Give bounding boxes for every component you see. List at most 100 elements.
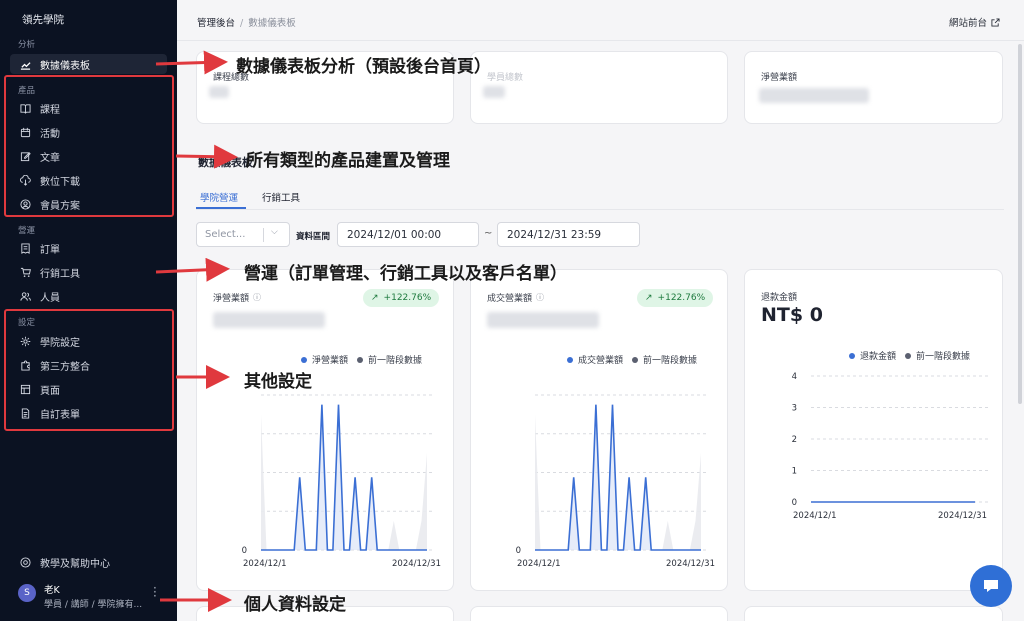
series-main-line xyxy=(535,404,701,551)
sidebar-item-label: 教學及幫助中心 xyxy=(40,558,110,570)
annotation-profile: 個人資料設定 xyxy=(244,595,346,615)
annotation-operations: 營運（訂單管理、行銷工具以及客戶名單） xyxy=(244,264,567,284)
blurred-value xyxy=(487,312,599,328)
select-divider xyxy=(263,228,264,242)
annotation-products: 所有類型的產品建置及管理 xyxy=(246,151,450,171)
section-label-operations: 營運 xyxy=(18,226,36,236)
chart-card-net-revenue: 淨營業額 ⓘ ↗ +122.76% 淨營業額 前一階段數據 0 2024/12/1 2… xyxy=(196,269,454,591)
legend-series-b: 前一階段數據 xyxy=(916,352,971,362)
blurred-value xyxy=(209,86,229,98)
front-site-label: 網站前台 xyxy=(948,18,987,29)
select-placeholder: Select... xyxy=(205,229,246,240)
chart-legend: 退款金額 前一階段數據 xyxy=(849,349,970,362)
series-main-area xyxy=(535,404,701,550)
x-tick-label: 2024/12/31 xyxy=(938,511,987,521)
date-from-input[interactable]: 2024/12/01 00:00 xyxy=(337,222,479,247)
date-to-input[interactable]: 2024/12/31 23:59 xyxy=(497,222,640,247)
annotation-dashboard: 數據儀表板分析（預設後台首頁） xyxy=(236,57,491,77)
blurred-value xyxy=(213,312,325,328)
sidebar-item-people[interactable]: 人員 xyxy=(10,286,167,306)
summary-label: 學員總數 xyxy=(487,73,524,83)
sidebar-item-label: 數據儀表板 xyxy=(40,60,90,72)
info-icon[interactable]: ⓘ xyxy=(253,292,261,303)
legend-series-a: 成交營業額 xyxy=(578,356,624,366)
growth-badge: ↗ +122.76% xyxy=(637,289,714,307)
breadcrumb-current: 數據儀表板 xyxy=(248,18,296,29)
chart-title: 淨營業額 ⓘ xyxy=(213,291,261,304)
x-tick-label: 2024/12/31 xyxy=(666,559,715,569)
filter-select[interactable]: Select... ⌵ xyxy=(196,222,290,247)
dashboard-section-title: 數據儀表板 xyxy=(198,156,253,169)
cart-icon xyxy=(20,267,31,277)
chart-title-label: 淨營業額 xyxy=(213,294,250,304)
refund-chart: 0 1 2 3 4 2024/12/1 2024/12/31 xyxy=(792,372,989,521)
y-tick-label: 0 xyxy=(242,546,247,556)
y-tick-label: 4 xyxy=(792,372,797,382)
legend-dot xyxy=(632,356,639,363)
summary-label: 淨營業額 xyxy=(761,73,798,83)
net-revenue-chart: 0 2024/12/1 2024/12/31 xyxy=(242,394,441,569)
tab-marketing-tools[interactable]: 行銷工具 xyxy=(262,190,300,204)
y-tick-label: 0 xyxy=(792,498,797,508)
active-tab-indicator xyxy=(196,207,246,209)
annotation-box-products xyxy=(4,75,174,217)
sidebar-item-label: 訂單 xyxy=(40,244,60,256)
growth-badge: ↗ +122.76% xyxy=(363,289,440,307)
x-tick-label: 2024/12/31 xyxy=(392,559,441,569)
front-site-link[interactable]: 網站前台 xyxy=(949,15,1000,29)
chart-title: 成交營業額 ⓘ xyxy=(487,291,544,304)
sidebar-item-help[interactable]: 教學及幫助中心 xyxy=(10,552,167,572)
user-name: 老K xyxy=(44,585,60,596)
sidebar-item-label: 行銷工具 xyxy=(40,268,80,280)
legend-dot xyxy=(301,356,307,363)
y-tick-label: 0 xyxy=(516,546,521,556)
sidebar-item-label: 人員 xyxy=(40,292,60,304)
trend-up-icon: ↗ xyxy=(645,293,653,303)
blurred-value xyxy=(759,88,869,103)
legend-dot xyxy=(357,356,364,363)
summary-card-students: 學員總數 xyxy=(470,51,728,124)
chart-title-label: 成交營業額 xyxy=(487,294,533,304)
app-root: 領先學院 分析 數據儀表板 產品 課程 活動 文章 數位下載 會員方案 營運 訂… xyxy=(0,0,1024,621)
more-icon[interactable]: · · · xyxy=(153,582,157,602)
chat-bubble-icon xyxy=(984,580,998,592)
growth-badge-value: +122.76% xyxy=(383,293,432,303)
y-tick-label: 3 xyxy=(792,404,797,414)
sidebar-item-dashboard[interactable]: 數據儀表板 xyxy=(10,54,167,74)
x-tick-label: 2024/12/1 xyxy=(517,559,561,569)
chat-button[interactable] xyxy=(970,565,1012,607)
chart-card-next xyxy=(744,606,1003,621)
legend-series-a: 退款金額 xyxy=(860,352,897,362)
top-bar: 管理後台 / 數據儀表板 網站前台 xyxy=(177,0,1024,41)
sidebar-item-orders[interactable]: 訂單 xyxy=(10,238,167,258)
chart-card-next xyxy=(470,606,728,621)
legend-series-b: 前一階段數據 xyxy=(643,356,698,366)
series-main-area xyxy=(261,404,427,550)
chart-legend: 淨營業額 前一階段數據 xyxy=(301,353,422,366)
tabs-divider xyxy=(196,209,1004,210)
legend-dot xyxy=(849,352,855,359)
annotation-box-settings xyxy=(4,309,174,431)
receipt-icon xyxy=(21,242,30,254)
legend-series-b: 前一階段數據 xyxy=(368,356,423,366)
chevron-down-icon: ⌵ xyxy=(271,227,278,237)
chart-legend: 成交營業額 前一階段數據 xyxy=(567,353,697,366)
info-icon[interactable]: ⓘ xyxy=(536,292,544,303)
tab-school-operations[interactable]: 學院營運 xyxy=(200,190,238,204)
y-tick-label: 2 xyxy=(792,435,797,445)
sidebar-item-marketing[interactable]: 行銷工具 xyxy=(10,262,167,282)
legend-series-a: 淨營業額 xyxy=(312,356,349,366)
scrollbar[interactable] xyxy=(1018,44,1022,404)
blurred-value xyxy=(483,86,505,98)
avatar[interactable]: S xyxy=(18,584,36,602)
external-link-icon xyxy=(991,17,1000,27)
y-tick-label: 1 xyxy=(792,467,797,477)
summary-card-net-revenue: 淨營業額 xyxy=(744,51,1003,124)
breadcrumb: 管理後台 / 數據儀表板 xyxy=(197,15,296,29)
brand-name[interactable]: 領先學院 xyxy=(22,12,64,27)
legend-dot xyxy=(567,356,573,363)
breadcrumb-separator: / xyxy=(240,18,244,29)
bar-chart-icon xyxy=(20,61,31,70)
breadcrumb-root[interactable]: 管理後台 xyxy=(197,18,235,29)
annotation-settings: 其他設定 xyxy=(244,372,312,392)
